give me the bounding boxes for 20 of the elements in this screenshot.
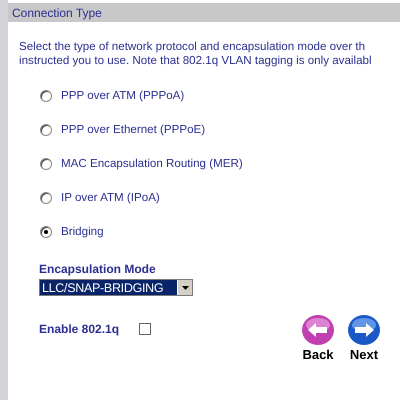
- radio-button[interactable]: [40, 158, 52, 170]
- radio-label: IP over ATM (IPoA): [61, 191, 160, 204]
- checkbox[interactable]: [139, 322, 152, 334]
- radio-label: MAC Encapsulation Routing (MER): [61, 157, 243, 170]
- radio-label: PPP over Ethernet (PPPoE): [61, 123, 206, 136]
- section-title: Connection Type: [12, 6, 102, 20]
- radio-button[interactable]: [40, 90, 52, 102]
- instruction-text: Select the type of network protocol and encapsulation mode over th: [19, 40, 366, 54]
- back-button[interactable]: Back: [302, 314, 334, 362]
- radio-label: Bridging: [61, 225, 104, 238]
- radio-label: PPP over ATM (PPPoA): [61, 89, 184, 102]
- dropdown-arrow-icon: [182, 286, 188, 290]
- checkbox-label: Enable 802.1q: [39, 322, 120, 336]
- instruction-text: instructed you to use. Note that 802.1q VLAN tagging is only availabl: [19, 54, 373, 68]
- next-button[interactable]: Next: [348, 314, 380, 362]
- radio-button[interactable]: [40, 226, 52, 238]
- encapsulation-dropdown[interactable]: LLC/SNAP-BRIDGING: [39, 279, 193, 296]
- radio-button[interactable]: [40, 192, 52, 204]
- field-label: Encapsulation Mode: [39, 262, 157, 276]
- radio-button[interactable]: [40, 124, 52, 136]
